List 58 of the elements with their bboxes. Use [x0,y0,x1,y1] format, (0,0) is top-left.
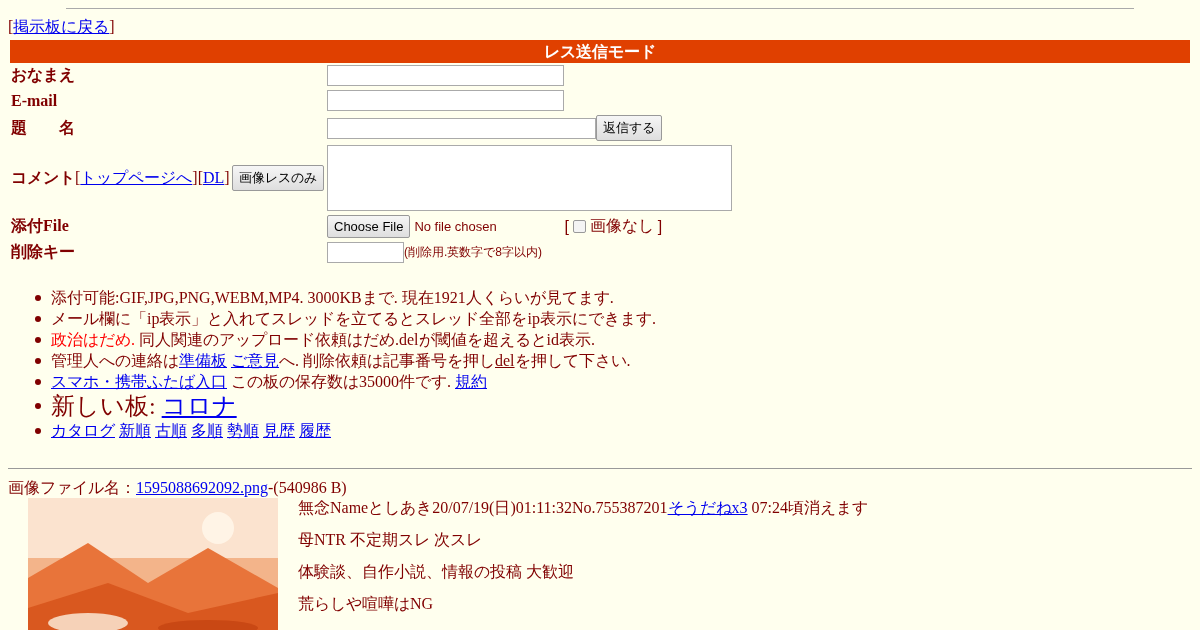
no-image-label: 画像なし [589,216,654,236]
link[interactable]: 履歴 [299,422,331,439]
post-text: 母NTR 不定期スレ 次スレ [298,530,483,550]
link[interactable]: そうだねx3 [667,499,748,516]
notice-text: スマホ・携帯ふたば入口 この板の保存数は35000件です. 規約 [51,372,487,392]
field-label: コメント [11,167,75,188]
link[interactable]: 新順 [119,422,151,439]
choose-file-button[interactable]: Choose File [327,215,411,238]
post-header: 無念Nameとしあき20/07/19(日)01:11:32No.755387201そうだねx3 07:24頃消えます [298,498,869,518]
file-info: 画像ファイル名：1595088692092.png-(540986 B) [8,479,347,496]
bracket: [ [564,217,569,236]
notice-text: メール欄に「ip表示」と入れてスレッドを立てるとスレッド全部をip表示にできます. [51,309,656,329]
bullet-icon [35,336,41,343]
bullet-icon [35,378,41,385]
bracket: ] [657,217,663,236]
input-field[interactable] [327,65,564,86]
link[interactable]: 古順 [155,422,187,439]
link[interactable]: 見歴 [263,422,295,439]
file-status: No file chosen [414,219,498,234]
link[interactable]: 多順 [191,422,223,439]
link[interactable]: カタログ [51,422,115,439]
back-nav: [掲示板に戻る] [8,17,116,37]
field-label: 削除キー [11,242,75,262]
reply-button[interactable]: 返信する [596,115,662,141]
link[interactable]: 規約 [455,373,487,390]
input-field[interactable] [327,117,596,139]
link[interactable]: 勢順 [227,422,259,439]
field-label: 題 名 [11,117,75,138]
link[interactable]: DL [203,168,225,186]
field-label: 添付File [11,216,69,236]
input-field[interactable] [327,90,564,111]
notice-text: 新しい板: コロナ [51,392,237,420]
link[interactable]: スマホ・携帯ふたば入口 [51,373,227,390]
bullet-icon [35,403,41,409]
field-label: E-mail [11,91,58,110]
field-label: おなまえ [11,65,75,86]
notice-text: 管理人への連絡は準備板 ご意見へ. 削除依頼は記事番号を押しdelを押して下さい. [51,351,631,371]
comment-links: [トップページへ][DL] [75,167,230,188]
notice-text: 政治はだめ. 同人関連のアップロード依頼はだめ.delが閾値を超えるとid表示. [51,330,595,350]
bullet-icon [35,294,41,301]
delete-key-note: (削除用.英数字で8字以内) [404,244,542,261]
checkbox[interactable] [572,220,586,233]
link[interactable]: コロナ [161,393,237,419]
image-only-button[interactable]: 画像レスのみ [231,165,324,191]
bullet-icon [35,315,41,322]
link[interactable]: 掲示板に戻る [13,18,110,35]
notice-text: 添付可能:GIF,JPG,PNG,WEBM,MP4. 3000KBまで. 現在1921人くらいが見てます. [51,288,614,308]
delete-key-field[interactable] [327,242,404,263]
link[interactable]: ご意見 [231,352,279,369]
form-title: レス送信モード [10,40,1190,63]
bullet-icon [35,357,41,364]
post-text: 荒らしや喧嘩はNG [298,594,435,614]
link[interactable]: トップページへ [80,168,193,186]
bullet-icon [35,427,41,434]
link[interactable]: 準備板 [179,352,227,369]
link[interactable]: 1595088692092.png [136,479,268,496]
comment-field[interactable] [327,145,732,211]
post-text: 体験談、自作小説、情報の投稿 大歓迎 [298,562,575,582]
